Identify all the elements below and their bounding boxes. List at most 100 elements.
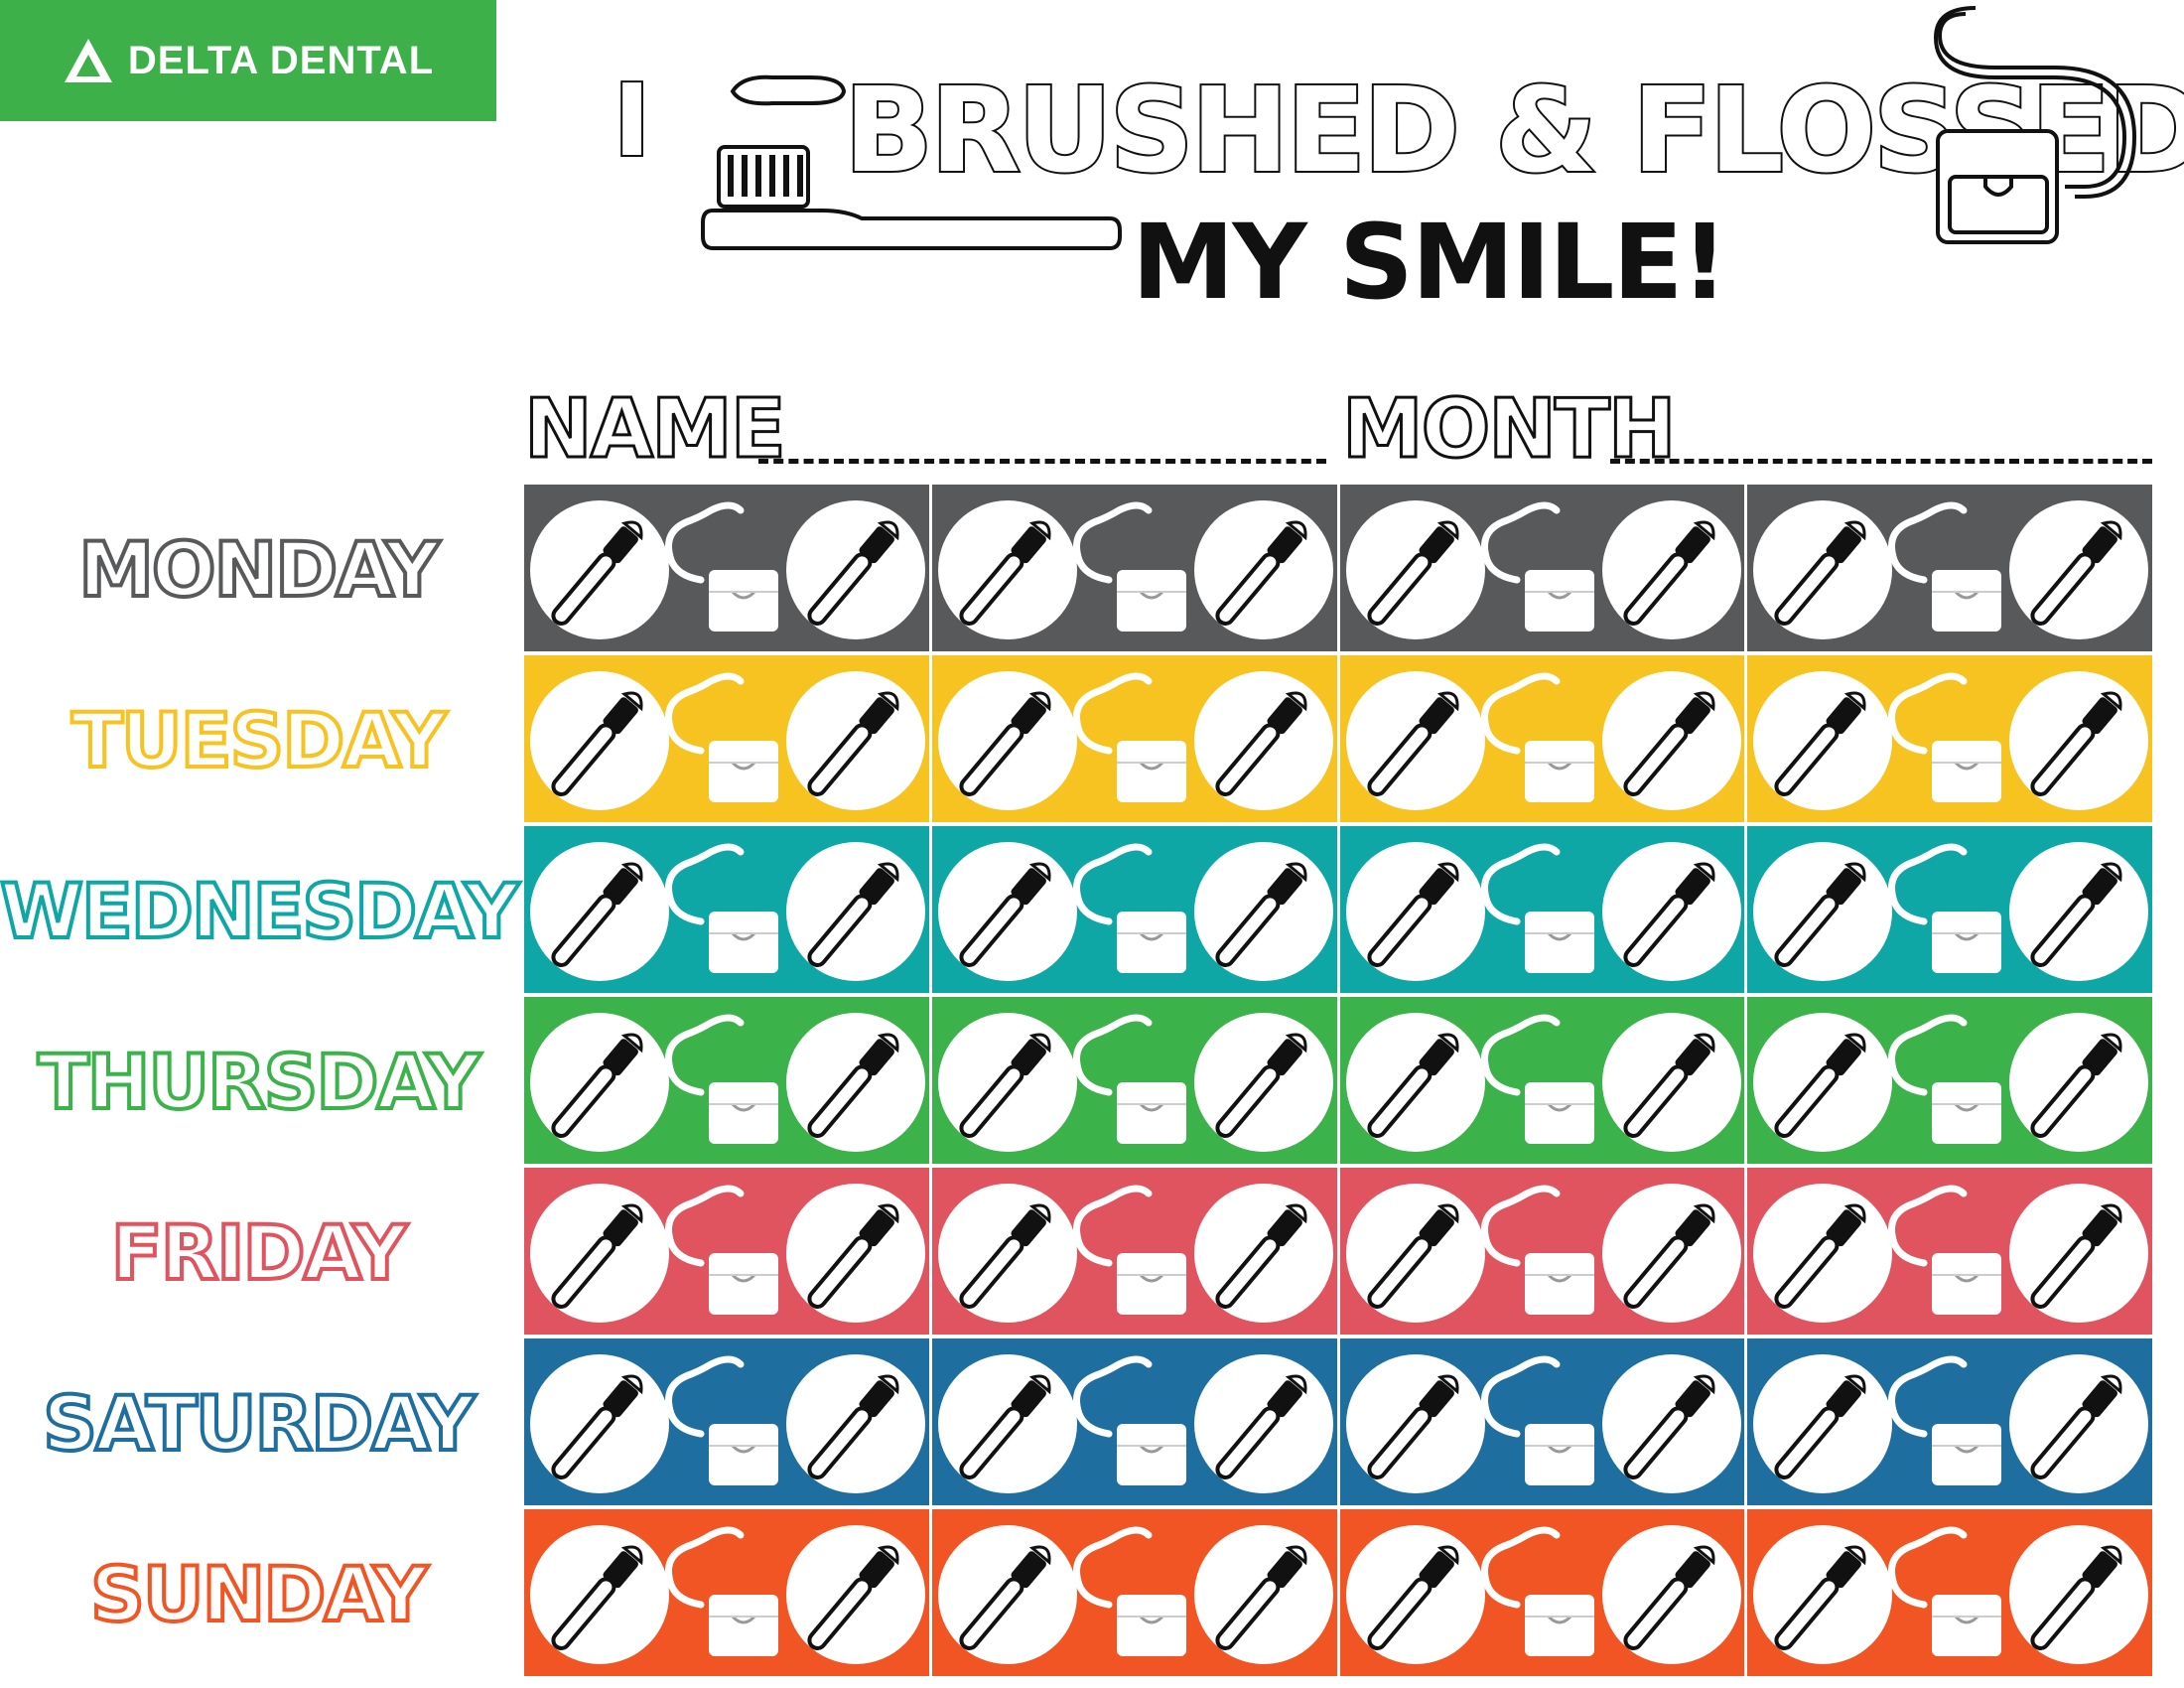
day-cell[interactable] xyxy=(931,997,1337,1164)
floss-icon[interactable] xyxy=(1480,672,1594,802)
day-cell[interactable] xyxy=(1747,655,2152,822)
day-cell[interactable] xyxy=(1339,997,1745,1164)
day-cell[interactable] xyxy=(1747,826,2152,993)
toothbrush-evening-icon[interactable] xyxy=(2009,842,2149,981)
month-field[interactable] xyxy=(1610,459,2152,464)
toothbrush-evening-icon[interactable] xyxy=(1601,1013,1741,1152)
floss-icon[interactable] xyxy=(665,843,779,973)
floss-icon[interactable] xyxy=(1072,501,1186,632)
toothbrush-morning-icon[interactable] xyxy=(530,1354,669,1493)
floss-icon[interactable] xyxy=(1888,1014,2002,1144)
toothbrush-evening-icon[interactable] xyxy=(1601,1184,1741,1323)
day-cell[interactable] xyxy=(1339,655,1745,822)
toothbrush-evening-icon[interactable] xyxy=(1193,1184,1333,1323)
toothbrush-morning-icon[interactable] xyxy=(1345,1525,1485,1664)
toothbrush-morning-icon[interactable] xyxy=(937,1184,1077,1323)
toothbrush-evening-icon[interactable] xyxy=(1193,671,1333,810)
floss-icon[interactable] xyxy=(665,1526,779,1656)
day-cell[interactable] xyxy=(1339,1168,1745,1335)
floss-icon[interactable] xyxy=(665,1185,779,1315)
day-cell[interactable] xyxy=(1339,826,1745,993)
day-cell[interactable] xyxy=(931,655,1337,822)
day-cell[interactable] xyxy=(524,1338,929,1505)
toothbrush-evening-icon[interactable] xyxy=(1601,671,1741,810)
floss-icon[interactable] xyxy=(665,501,779,632)
toothbrush-evening-icon[interactable] xyxy=(786,671,925,810)
toothbrush-evening-icon[interactable] xyxy=(1601,842,1741,981)
floss-icon[interactable] xyxy=(1888,1185,2002,1315)
floss-icon[interactable] xyxy=(1480,1185,1594,1315)
toothbrush-morning-icon[interactable] xyxy=(530,1525,669,1664)
toothbrush-morning-icon[interactable] xyxy=(530,671,669,810)
toothbrush-evening-icon[interactable] xyxy=(2009,1354,2149,1493)
toothbrush-morning-icon[interactable] xyxy=(1753,1013,1893,1152)
day-cell[interactable] xyxy=(931,1168,1337,1335)
toothbrush-morning-icon[interactable] xyxy=(937,1525,1077,1664)
toothbrush-evening-icon[interactable] xyxy=(1601,1354,1741,1493)
floss-icon[interactable] xyxy=(1888,1526,2002,1656)
toothbrush-evening-icon[interactable] xyxy=(786,1184,925,1323)
toothbrush-morning-icon[interactable] xyxy=(1753,1525,1893,1664)
toothbrush-morning-icon[interactable] xyxy=(1345,500,1485,639)
toothbrush-morning-icon[interactable] xyxy=(1753,500,1893,639)
floss-icon[interactable] xyxy=(1888,1355,2002,1485)
toothbrush-morning-icon[interactable] xyxy=(1345,1184,1485,1323)
toothbrush-morning-icon[interactable] xyxy=(1753,842,1893,981)
day-cell[interactable] xyxy=(1339,1338,1745,1505)
toothbrush-morning-icon[interactable] xyxy=(530,1013,669,1152)
floss-icon[interactable] xyxy=(1072,1014,1186,1144)
floss-icon[interactable] xyxy=(1888,843,2002,973)
toothbrush-morning-icon[interactable] xyxy=(1753,1354,1893,1493)
day-cell[interactable] xyxy=(524,1509,929,1676)
toothbrush-morning-icon[interactable] xyxy=(1753,671,1893,810)
floss-icon[interactable] xyxy=(1072,672,1186,802)
toothbrush-evening-icon[interactable] xyxy=(1193,500,1333,639)
toothbrush-morning-icon[interactable] xyxy=(937,671,1077,810)
toothbrush-evening-icon[interactable] xyxy=(1193,1013,1333,1152)
toothbrush-morning-icon[interactable] xyxy=(1345,1013,1485,1152)
toothbrush-morning-icon[interactable] xyxy=(937,1354,1077,1493)
toothbrush-morning-icon[interactable] xyxy=(1345,671,1485,810)
toothbrush-evening-icon[interactable] xyxy=(2009,671,2149,810)
day-cell[interactable] xyxy=(931,826,1337,993)
day-cell[interactable] xyxy=(524,655,929,822)
floss-icon[interactable] xyxy=(1888,501,2002,632)
floss-icon[interactable] xyxy=(665,672,779,802)
toothbrush-evening-icon[interactable] xyxy=(786,1525,925,1664)
toothbrush-evening-icon[interactable] xyxy=(2009,1184,2149,1323)
day-cell[interactable] xyxy=(931,485,1337,651)
toothbrush-morning-icon[interactable] xyxy=(1345,1354,1485,1493)
toothbrush-evening-icon[interactable] xyxy=(2009,1525,2149,1664)
toothbrush-morning-icon[interactable] xyxy=(937,1013,1077,1152)
floss-icon[interactable] xyxy=(1072,843,1186,973)
day-cell[interactable] xyxy=(1747,485,2152,651)
toothbrush-evening-icon[interactable] xyxy=(786,842,925,981)
toothbrush-evening-icon[interactable] xyxy=(786,500,925,639)
floss-icon[interactable] xyxy=(665,1355,779,1485)
day-cell[interactable] xyxy=(1339,1509,1745,1676)
day-cell[interactable] xyxy=(1747,997,2152,1164)
day-cell[interactable] xyxy=(1339,485,1745,651)
floss-icon[interactable] xyxy=(665,1014,779,1144)
toothbrush-morning-icon[interactable] xyxy=(937,500,1077,639)
toothbrush-evening-icon[interactable] xyxy=(1193,1354,1333,1493)
day-cell[interactable] xyxy=(524,1168,929,1335)
day-cell[interactable] xyxy=(524,485,929,651)
floss-icon[interactable] xyxy=(1480,1526,1594,1656)
day-cell[interactable] xyxy=(931,1338,1337,1505)
floss-icon[interactable] xyxy=(1888,672,2002,802)
day-cell[interactable] xyxy=(1747,1509,2152,1676)
toothbrush-morning-icon[interactable] xyxy=(530,842,669,981)
toothbrush-evening-icon[interactable] xyxy=(1193,1525,1333,1664)
floss-icon[interactable] xyxy=(1480,501,1594,632)
toothbrush-evening-icon[interactable] xyxy=(2009,1013,2149,1152)
floss-icon[interactable] xyxy=(1072,1526,1186,1656)
toothbrush-evening-icon[interactable] xyxy=(1601,1525,1741,1664)
name-field[interactable] xyxy=(758,459,1326,464)
toothbrush-evening-icon[interactable] xyxy=(2009,500,2149,639)
floss-icon[interactable] xyxy=(1072,1355,1186,1485)
toothbrush-evening-icon[interactable] xyxy=(1601,500,1741,639)
day-cell[interactable] xyxy=(1747,1168,2152,1335)
toothbrush-evening-icon[interactable] xyxy=(786,1013,925,1152)
day-cell[interactable] xyxy=(524,826,929,993)
